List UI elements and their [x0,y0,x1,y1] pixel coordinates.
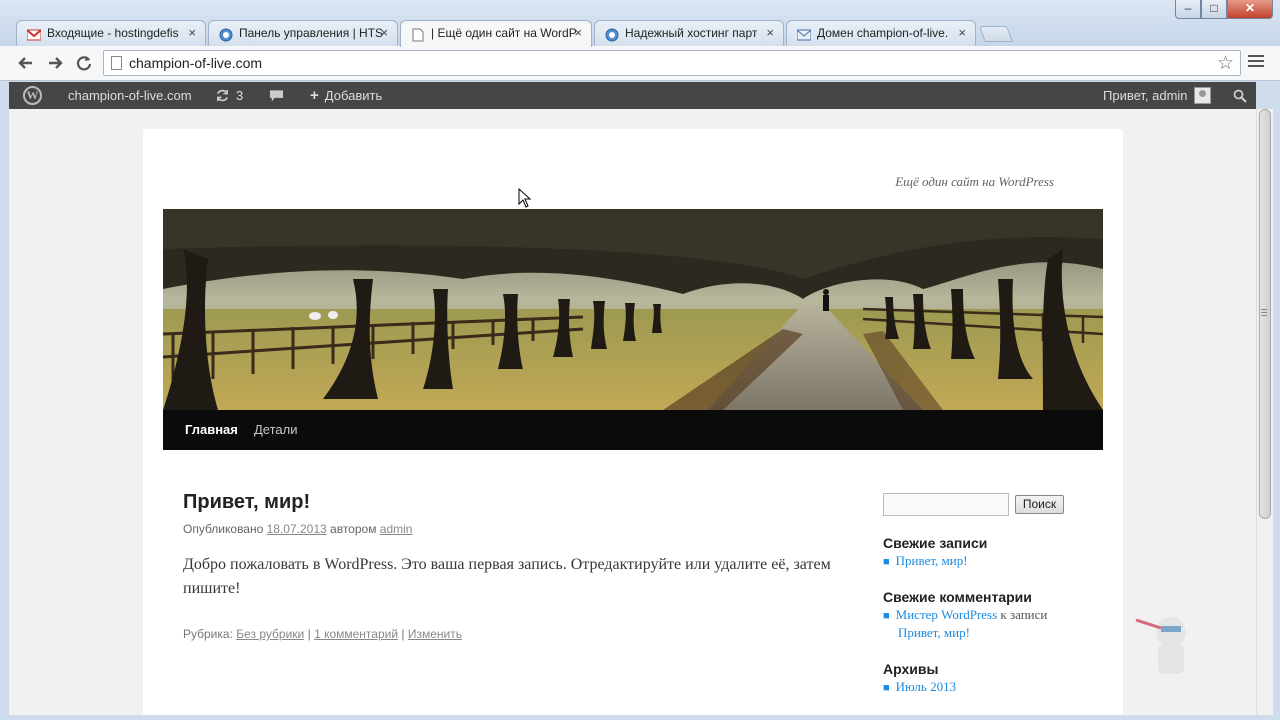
comment-author[interactable]: Мистер WordPress [896,607,998,622]
tab-close-icon[interactable]: × [766,21,774,45]
post-meta: Опубликовано 18.07.2013 автором admin [183,522,412,536]
browser-toolbar: champion-of-live.com ☆ [0,46,1280,81]
tab-title: | Ещё один сайт на WordP [431,26,577,40]
category-label: Рубрика: [183,627,233,641]
add-new-label: Добавить [324,88,383,103]
nav-item-home[interactable]: Главная [185,410,238,450]
recent-comments-title: Свежие комментарии [883,589,1032,605]
vertical-scrollbar[interactable] [1256,109,1273,715]
forward-arrow-icon[interactable] [44,52,66,74]
avatar[interactable] [1194,87,1211,104]
tab-title: Домен champion-of-live. [817,26,949,40]
address-bar[interactable]: champion-of-live.com ☆ [103,50,1241,76]
recent-comment-item[interactable]: ■ Мистер WordPress к записи [883,607,1047,623]
gmail-icon [26,26,42,41]
site-tagline: Ещё один сайт на WordPress [895,174,1054,189]
comments-bubble-icon[interactable] [269,82,284,109]
tab-title: Входящие - hostingdefis [47,26,179,40]
tab-close-icon[interactable]: × [958,21,966,45]
hosting-ninja-watermark-logo [1106,580,1236,710]
category-link[interactable]: Без рубрики [236,627,304,641]
meta-by-label: автором [330,522,377,536]
minimize-button[interactable]: – [1175,0,1201,19]
search-button[interactable]: Поиск [1015,495,1064,514]
plus-icon: + [310,87,319,104]
nav-item-details[interactable]: Детали [254,410,298,450]
admin-bar-site-name[interactable]: champion-of-live.com [68,82,192,109]
edit-post-link[interactable]: Изменить [408,627,462,641]
post-content: Добро пожаловать в WordPress. Это ваша п… [183,556,831,597]
post-title[interactable]: Привет, мир! [183,491,310,514]
hosting-favicon [605,26,619,42]
recent-posts-title: Свежие записи [883,535,988,551]
search-input[interactable] [883,493,1009,516]
header-image[interactable] [163,209,1103,410]
tab-strip: Входящие - hostingdefis × Панель управле… [0,0,1280,47]
panel-favicon [219,26,233,42]
tab-gmail[interactable]: Входящие - hostingdefis × [16,20,206,46]
new-tab-button[interactable] [979,26,1013,42]
comment-on-label: к записи [1000,607,1048,622]
tab-close-icon[interactable]: × [380,21,388,45]
bookmark-star-icon[interactable]: ☆ [1217,52,1234,75]
updates-count: 3 [236,88,244,103]
mail-icon [796,26,812,41]
tab-close-icon[interactable]: × [574,21,582,45]
archives-title: Архивы [883,661,939,677]
page-icon [111,56,122,70]
admin-bar-updates[interactable]: 3 [215,82,243,109]
wordpress-logo-icon[interactable]: W [23,82,42,109]
tab-domain-mail[interactable]: Домен champion-of-live. × [786,20,976,46]
recent-post-link[interactable]: ■ Привет, мир! [883,553,968,569]
maximize-button[interactable]: □ [1201,0,1227,19]
back-arrow-icon[interactable] [15,52,37,74]
archive-link[interactable]: ■ Июль 2013 [883,679,956,695]
main-navigation: Главная Детали [163,410,1103,450]
updates-refresh-icon [217,89,228,102]
meta-published-label: Опубликовано [183,522,264,536]
admin-bar-search-icon[interactable] [1233,82,1247,109]
address-text: champion-of-live.com [129,55,263,71]
tab-title: Панель управления | HTS [239,26,384,40]
site-container: Ещё один сайт на WordPress Главная Детал… [143,129,1123,715]
chrome-menu-icon[interactable] [1248,52,1264,70]
post-date-link[interactable]: 18.07.2013 [267,522,327,536]
tab-panel[interactable]: Панель управления | HTS × [208,20,398,46]
mouse-cursor-icon [518,187,532,208]
tab-hosting[interactable]: Надежный хостинг парт × [594,20,784,46]
reload-icon[interactable] [73,52,95,74]
window-close-button[interactable]: ✕ [1227,0,1273,19]
page-icon [411,26,425,42]
post-footer: Рубрика: Без рубрики | 1 комментарий | И… [183,627,462,641]
tab-wordpress-site[interactable]: | Ещё один сайт на WordP × [400,20,592,47]
comments-link[interactable]: 1 комментарий [314,627,398,641]
admin-bar-add-new[interactable]: + Добавить [310,82,382,109]
wp-admin-bar: W champion-of-live.com 3 + Добавить Приве… [9,82,1256,109]
tab-close-icon[interactable]: × [188,21,196,45]
post-author-link[interactable]: admin [380,522,413,536]
recent-comment-post-link[interactable]: Привет, мир! [898,625,970,641]
page-viewport: Ещё один сайт на WordPress Главная Детал… [9,109,1256,715]
admin-bar-greeting[interactable]: Привет, admin [1103,82,1188,109]
tab-title: Надежный хостинг парт [625,26,758,40]
